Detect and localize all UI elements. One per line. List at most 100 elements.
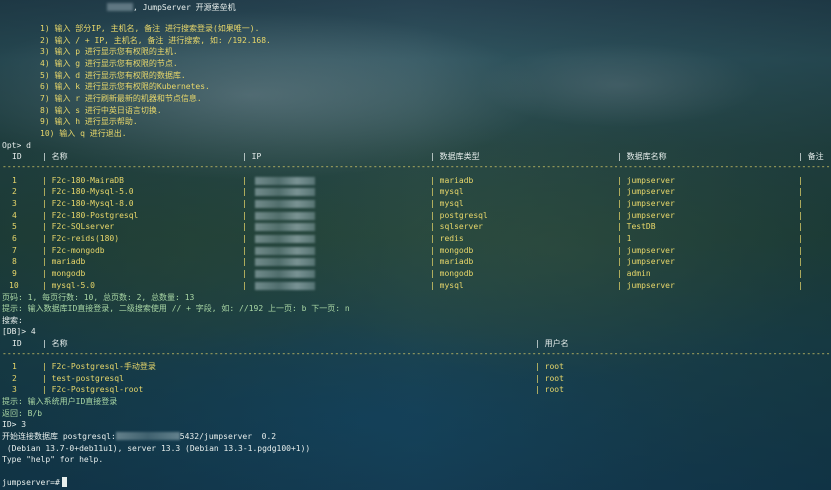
- table-row[interactable]: 4 | F2c-180-Postgresql | | postgresql | …: [2, 210, 831, 222]
- row-dbname: | jumpserver: [617, 281, 675, 290]
- row-name: | F2c-180-Mysql-5.0: [42, 187, 134, 196]
- redacted-host: [115, 432, 180, 440]
- row-name: | mongodb: [42, 269, 86, 278]
- table-row[interactable]: 8 | mariadb | | mariadb | jumpserver |: [2, 256, 831, 268]
- menu-item: 8) 输入 s 进行中英日语言切换.: [40, 106, 162, 115]
- table-row[interactable]: 1 | F2c-Postgresql-手动登录 | root: [2, 361, 831, 373]
- row-note: |: [798, 281, 803, 290]
- psql-version: (Debian 13.7-0+deb11u1), server 13.3 (De…: [2, 444, 311, 453]
- row-name: | F2c-SQLserver: [42, 222, 115, 231]
- row-id: 8: [12, 257, 17, 266]
- row-ip-sep: |: [242, 199, 247, 208]
- row-ip-sep: |: [242, 269, 247, 278]
- row-name: | F2c-180-MairaDB: [42, 176, 124, 185]
- table-row[interactable]: 9 | mongodb | | mongodb | admin |: [2, 268, 831, 280]
- psql-prompt[interactable]: jumpserver=#: [2, 477, 67, 489]
- banner-title-text: , JumpServer 开源堡垒机: [133, 3, 236, 12]
- menu-item: 10) 输入 q 进行退出.: [40, 129, 127, 138]
- id-prompt: ID> 3: [2, 420, 27, 429]
- row-ip-sep: |: [242, 257, 247, 266]
- row-note: |: [798, 211, 803, 220]
- table-row[interactable]: 2 | F2c-180-Mysql-5.0 | | mysql | jumpse…: [2, 186, 831, 198]
- row-type: | mariadb: [430, 257, 474, 266]
- table-row[interactable]: 1 | F2c-180-MairaDB | | mariadb | jumpse…: [2, 175, 831, 187]
- text-cursor[interactable]: [61, 477, 67, 487]
- row-note: |: [798, 234, 803, 243]
- row-dbname: | jumpserver: [617, 199, 675, 208]
- row-id: 6: [12, 234, 17, 243]
- row-id: 4: [12, 211, 17, 220]
- table-row[interactable]: 7 | F2c-mongodb | | mongodb | jumpserver…: [2, 245, 831, 257]
- row-id: 2: [12, 187, 17, 196]
- menu-item: 6) 输入 k 进行显示您有权限的Kubernetes.: [40, 82, 210, 91]
- row-dbname: | admin: [617, 269, 651, 278]
- opt-prompt: Opt> d: [2, 141, 31, 150]
- row-type: | mysql: [430, 199, 464, 208]
- row-username: | root: [535, 374, 564, 383]
- row-username: | root: [535, 362, 564, 371]
- row-id: 7: [12, 246, 17, 255]
- row-username: | root: [535, 385, 564, 394]
- redacted-ip: [255, 212, 315, 220]
- terminal-output: , JumpServer 开源堡垒机 1) 输入 部分IP, 主机名, 备注 进…: [2, 0, 831, 490]
- row-name: | F2c-reids(180): [42, 234, 120, 243]
- row-ip-sep: |: [242, 176, 247, 185]
- row-name: | F2c-Postgresql-手动登录: [42, 362, 156, 371]
- row-id: 5: [12, 222, 17, 231]
- redacted-ip: [255, 235, 315, 243]
- row-ip-sep: |: [242, 222, 247, 231]
- db-hint: 提示: 输入数据库ID直接登录, 二级搜索使用 // + 字段, 如: //19…: [2, 304, 350, 313]
- row-note: |: [798, 246, 803, 255]
- connect-prefix: 开始连接数据库 postgresql:: [2, 432, 116, 441]
- menu-item: 1) 输入 部分IP, 主机名, 备注 进行搜索登录(如果唯一).: [40, 24, 260, 33]
- search-prompt[interactable]: 搜索:: [2, 315, 23, 327]
- row-dbname: | jumpserver: [617, 187, 675, 196]
- row-note: |: [798, 187, 803, 196]
- redacted-ip: [255, 188, 315, 196]
- table-row[interactable]: 5 | F2c-SQLserver | | sqlserver | TestDB…: [2, 221, 831, 233]
- row-id: 2: [12, 374, 17, 383]
- row-dbname: | TestDB: [617, 222, 656, 231]
- row-dbname: | jumpserver: [617, 246, 675, 255]
- row-name: | F2c-180-Mysql-8.0: [42, 199, 134, 208]
- row-type: | mariadb: [430, 176, 474, 185]
- row-name: | F2c-Postgresql-root: [42, 385, 144, 394]
- row-type: | mysql: [430, 187, 464, 196]
- redacted-ip: [255, 247, 315, 255]
- table-row[interactable]: 10 | mysql-5.0 | | mysql | jumpserver |: [2, 280, 831, 292]
- row-note: |: [798, 269, 803, 278]
- row-id: 10: [9, 281, 19, 290]
- row-ip-sep: |: [242, 211, 247, 220]
- redacted-ip: [255, 223, 315, 231]
- row-name: | F2c-mongodb: [42, 246, 105, 255]
- menu-item: 7) 输入 r 进行刷新最新的机器和节点信息.: [40, 94, 202, 103]
- menu-item: 2) 输入 / + IP, 主机名, 备注 进行搜索, 如: /192.168.: [40, 36, 271, 45]
- row-note: |: [798, 257, 803, 266]
- pagination-info: 页码: 1, 每页行数: 10, 总页数: 2, 总数量: 13: [2, 293, 195, 302]
- prompt-text: jumpserver=#: [2, 478, 60, 487]
- row-ip-sep: |: [242, 246, 247, 255]
- row-type: | sqlserver: [430, 222, 483, 231]
- row-dbname: | jumpserver: [617, 257, 675, 266]
- logo-blur: [107, 3, 133, 11]
- table-row[interactable]: 3 | F2c-Postgresql-root | root: [2, 384, 831, 396]
- redacted-ip: [255, 282, 315, 290]
- row-id: 1: [12, 362, 17, 371]
- table-row[interactable]: 6 | F2c-reids(180) | | redis | 1 |: [2, 233, 831, 245]
- row-type: | postgresql: [430, 211, 488, 220]
- row-dbname: | jumpserver: [617, 211, 675, 220]
- redacted-ip: [255, 270, 315, 278]
- row-type: | mongodb: [430, 269, 474, 278]
- redacted-ip: [255, 177, 315, 185]
- table-row[interactable]: 3 | F2c-180-Mysql-8.0 | | mysql | jumpse…: [2, 198, 831, 210]
- row-ip-sep: |: [242, 187, 247, 196]
- row-name: | test-postgresql: [42, 374, 124, 383]
- row-dbname: | 1: [617, 234, 632, 243]
- row-type: | mongodb: [430, 246, 474, 255]
- row-name: | F2c-180-Postgresql: [42, 211, 139, 220]
- row-note: |: [798, 222, 803, 231]
- row-type: | redis: [430, 234, 464, 243]
- redacted-ip: [255, 258, 315, 266]
- row-name: | mysql-5.0: [42, 281, 95, 290]
- table-row[interactable]: 2 | test-postgresql | root: [2, 373, 831, 385]
